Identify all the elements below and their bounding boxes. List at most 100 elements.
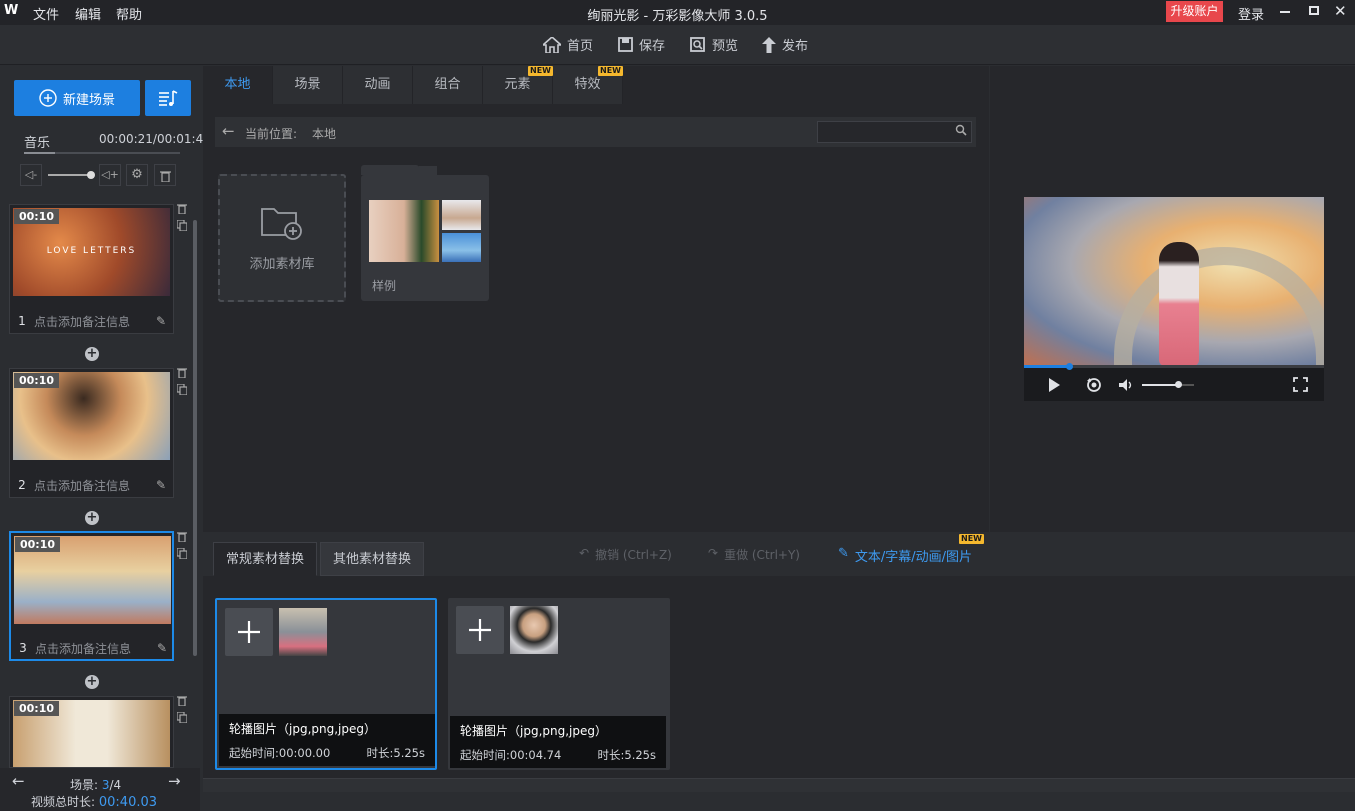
menu-file[interactable]: 文件 [33, 4, 59, 23]
menu-help[interactable]: 帮助 [116, 4, 142, 23]
music-label: 音乐 [24, 136, 51, 151]
trash-icon[interactable] [154, 164, 176, 186]
home-label: 首页 [567, 39, 594, 54]
player-volume-slider[interactable] [1142, 381, 1194, 388]
add-folder-icon [261, 207, 302, 240]
trash-glyph [177, 368, 187, 379]
next-scene-icon[interactable]: → [168, 772, 181, 790]
horizontal-scrollbar[interactable] [203, 778, 1355, 792]
video-progress-track[interactable] [1024, 363, 1324, 370]
magnifier-glyph [955, 124, 967, 136]
add-media-button[interactable] [225, 608, 273, 656]
scene-card-1[interactable]: LOVE LETTERS 00:10 1 点击添加备注信息 ✎ [9, 204, 174, 334]
undo-button[interactable]: ↶ 撤销 (Ctrl+Z) [579, 546, 672, 563]
scene-note[interactable]: 点击添加备注信息 [34, 313, 156, 330]
video-progress-knob[interactable] [1066, 363, 1073, 370]
copy-scene-icon[interactable] [176, 383, 189, 399]
scene-scrollbar[interactable] [193, 220, 197, 656]
play-icon[interactable] [1049, 378, 1060, 392]
save-button[interactable]: 保存 [618, 35, 665, 54]
minimize-icon[interactable] [1280, 11, 1290, 13]
bridge-shape [1114, 247, 1324, 365]
volume-knob[interactable] [87, 171, 95, 179]
delete-scene-icon[interactable] [177, 203, 189, 218]
delete-scene-icon[interactable] [177, 367, 189, 382]
preview-button[interactable]: 预览 [690, 35, 738, 54]
thumb-title-text: LOVE LETTERS [46, 246, 137, 256]
edit-icon[interactable]: ✎ [156, 478, 166, 492]
text-caption-link[interactable]: ✎ 文本/字幕/动画/图片 [838, 546, 972, 565]
add-media-button[interactable] [456, 606, 504, 654]
media-start-time: 起始时间:00:04.74 [460, 748, 562, 762]
music-volume-slider[interactable] [48, 171, 95, 179]
replay-icon[interactable] [1086, 377, 1102, 397]
upgrade-button[interactable]: 升级账户 [1166, 1, 1223, 22]
volume-down-icon[interactable]: ◁- [20, 164, 42, 186]
add-library-button[interactable]: 添加素材库 [218, 174, 346, 302]
home-button[interactable]: 首页 [543, 35, 593, 54]
copy-scene-icon[interactable] [176, 547, 189, 563]
scene-note[interactable]: 点击添加备注信息 [35, 640, 157, 657]
tab-regular-replace[interactable]: 常规素材替换 [213, 542, 318, 576]
window-title: 绚丽光影 - 万彩影像大师 3.0.5 [587, 9, 768, 24]
menu-edit[interactable]: 编辑 [75, 4, 101, 23]
media-info: 轮播图片（jpg,png,jpeg） 起始时间:00:00.00 时长:5.25s [219, 714, 435, 766]
tab-combo[interactable]: 组合 [413, 66, 483, 104]
media-thumbnail[interactable] [279, 608, 327, 656]
maximize-icon[interactable] [1309, 6, 1319, 15]
close-icon[interactable]: ✕ [1334, 2, 1347, 20]
add-scene-icon[interactable]: + [85, 347, 99, 361]
save-label: 保存 [639, 39, 666, 54]
publish-button[interactable]: 发布 [762, 35, 808, 54]
fullscreen-icon[interactable] [1293, 377, 1308, 396]
redo-button[interactable]: ↷ 重做 (Ctrl+Y) [708, 546, 800, 563]
replace-card-2[interactable]: 轮播图片（jpg,png,jpeg） 起始时间:00:04.74 时长:5.25s [448, 598, 670, 770]
scene-number: 3 [19, 641, 27, 655]
sample-folder[interactable]: 样例 [361, 165, 489, 301]
copy-scene-icon[interactable] [176, 219, 189, 235]
edit-icon[interactable]: ✎ [157, 641, 167, 655]
settings-icon[interactable]: ⚙ [126, 164, 148, 186]
video-progress-fill [1024, 363, 1073, 370]
tab-scenes[interactable]: 场景 [273, 66, 343, 104]
undo-label: 撤销 (Ctrl+Z) [595, 548, 672, 562]
scene-duration: 00:10 [15, 537, 61, 552]
search-input[interactable] [817, 121, 972, 143]
edit-icon[interactable]: ✎ [156, 314, 166, 328]
new-scene-label: 新建场景 [62, 92, 115, 108]
volume-up-icon[interactable]: ◁+ [99, 164, 121, 186]
scene-card-4[interactable]: 00:10 [9, 696, 174, 768]
add-scene-icon[interactable]: + [85, 675, 99, 689]
replace-card-1[interactable]: 轮播图片（jpg,png,jpeg） 起始时间:00:00.00 时长:5.25s [215, 598, 437, 770]
add-scene-icon[interactable]: + [85, 511, 99, 525]
add-library-label: 添加素材库 [249, 256, 315, 272]
delete-scene-icon[interactable] [177, 531, 189, 546]
scene-current: 3 [101, 778, 110, 792]
tab-other-replace[interactable]: 其他素材替换 [320, 542, 425, 576]
plus-icon [469, 619, 491, 641]
scene-number: 2 [18, 478, 26, 492]
scene-card-3[interactable]: 00:10 3 点击添加备注信息 ✎ [9, 531, 174, 661]
search-icon[interactable] [955, 124, 967, 140]
tab-animation[interactable]: 动画 [343, 66, 413, 104]
delete-scene-icon[interactable] [177, 695, 189, 710]
new-scene-button[interactable]: 新建场景 [14, 80, 140, 116]
trash-glyph [177, 532, 187, 543]
media-info: 轮播图片（jpg,png,jpeg） 起始时间:00:04.74 时长:5.25s [450, 716, 666, 768]
copy-glyph [176, 711, 188, 724]
music-progress-bar[interactable] [24, 152, 180, 154]
prev-scene-icon[interactable]: ← [12, 772, 25, 790]
scene-card-2[interactable]: 00:10 2 点击添加备注信息 ✎ [9, 368, 174, 498]
media-title: 轮播图片（jpg,png,jpeg） [229, 722, 376, 736]
scene-duration: 00:10 [14, 209, 60, 224]
tab-local[interactable]: 本地 [203, 66, 273, 104]
volume-icon[interactable] [1119, 379, 1135, 395]
media-thumbnail[interactable] [510, 606, 558, 654]
scene-note[interactable]: 点击添加备注信息 [34, 477, 156, 494]
copy-scene-icon[interactable] [176, 711, 189, 727]
music-list-button[interactable] [145, 80, 191, 116]
scene-number: 1 [18, 314, 26, 328]
back-arrow-icon[interactable]: ← [222, 122, 235, 140]
login-link[interactable]: 登录 [1238, 4, 1264, 23]
music-panel: 音乐 00:00:21/00:01:40 ◁- ◁+ ⚙ [14, 126, 211, 190]
